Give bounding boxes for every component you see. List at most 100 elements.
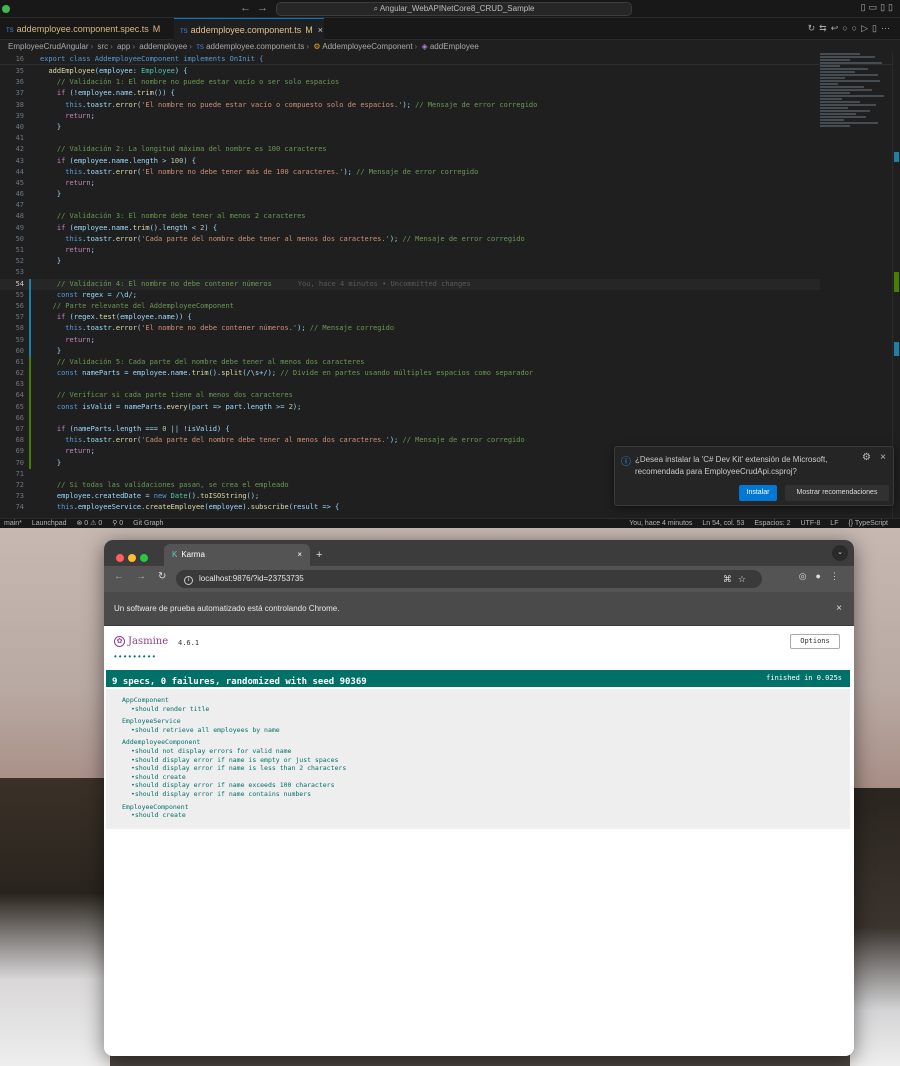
options-button[interactable]: Options — [790, 634, 840, 649]
close-window-icon[interactable] — [116, 554, 124, 562]
code-line[interactable]: 52 } — [0, 256, 820, 267]
tab-spec-file[interactable]: TS addemployee.component.spec.ts M — [0, 18, 170, 40]
translate-bookmark-icons[interactable]: ⌘☆ — [723, 570, 752, 588]
extensions-profile-menu-icons[interactable]: ◎●⋮ — [799, 571, 848, 582]
spec-item[interactable]: should display error if name is empty or… — [122, 756, 850, 765]
code-line[interactable]: 39 return; — [0, 111, 820, 122]
code-line[interactable]: 67 if (nameParts.length === 0 || !isVali… — [0, 424, 820, 436]
git-graph-status[interactable]: Git Graph — [133, 520, 163, 527]
breadcrumb-item[interactable]: addEmployee — [430, 42, 479, 51]
cursor-position-status[interactable]: Ln 54, col. 53 — [702, 520, 744, 527]
breadcrumb-item[interactable]: addemployee.component.ts — [206, 42, 304, 51]
show-recommendations-button[interactable]: Mostrar recomendaciones — [785, 485, 889, 501]
git-change-marker[interactable] — [29, 446, 31, 458]
git-change-marker[interactable] — [29, 457, 31, 469]
spec-item[interactable]: should render title — [122, 705, 850, 714]
git-change-marker[interactable] — [29, 356, 31, 369]
blame-status[interactable]: You, hace 4 minutos — [629, 520, 692, 527]
code-line[interactable]: 66 — [0, 412, 820, 424]
nav-arrows-icon[interactable]: ←→ — [240, 2, 274, 14]
breadcrumb-item[interactable]: addemployee — [139, 42, 187, 51]
suite-title[interactable]: EmployeeService — [122, 717, 850, 726]
git-change-marker[interactable] — [29, 368, 31, 380]
git-change-marker[interactable] — [29, 424, 31, 436]
code-line[interactable]: 56 // Parte relevante del AddemployeeCom… — [0, 300, 820, 313]
spec-item[interactable]: should not display errors for valid name — [122, 747, 850, 756]
language-status[interactable]: {} TypeScript — [848, 520, 888, 527]
tab-karma[interactable]: K Karma × — [164, 544, 310, 566]
close-icon[interactable]: × — [880, 452, 886, 463]
spec-item[interactable]: should retrieve all employees by name — [122, 726, 850, 735]
code-line[interactable]: 51 return; — [0, 245, 820, 256]
code-line[interactable]: 53 — [0, 267, 820, 278]
code-line[interactable]: 68 this.toastr.error('Cada parte del nom… — [0, 435, 820, 447]
breadcrumb-item[interactable]: EmployeeCrudAngular — [8, 42, 89, 51]
address-bar[interactable]: i localhost:9876/?id=23753735 ⌘☆ — [176, 570, 762, 588]
breadcrumb-item[interactable]: AddemployeeComponent — [322, 42, 412, 51]
git-change-marker[interactable] — [29, 379, 31, 391]
command-center-search[interactable]: ⌕ Angular_WebAPINetCore8_CRUD_Sample — [276, 2, 632, 16]
code-line[interactable]: 36 // Validación 1: El nombre no puede e… — [0, 77, 820, 88]
spec-item[interactable]: should display error if name is less tha… — [122, 764, 850, 773]
close-icon[interactable]: × — [297, 544, 302, 566]
minimap[interactable] — [820, 52, 890, 162]
code-line[interactable]: 45 return; — [0, 178, 820, 189]
code-line[interactable]: 48 // Validación 3: El nombre debe tener… — [0, 211, 820, 222]
indentation-status[interactable]: Espacios: 2 — [754, 520, 790, 527]
code-line[interactable]: 44 this.toastr.error('El nombre no debe … — [0, 167, 820, 178]
code-line[interactable]: 64 // Verificar si cada parte tiene al m… — [0, 390, 820, 402]
git-change-marker[interactable] — [29, 334, 31, 346]
install-button[interactable]: Instalar — [739, 485, 777, 501]
problems-status[interactable]: ⊗ 0 ⚠ 0 — [76, 520, 102, 527]
suite-title[interactable]: EmployeeComponent — [122, 803, 850, 812]
code-line[interactable]: 41 — [0, 133, 820, 144]
maximize-window-icon[interactable] — [140, 554, 148, 562]
code-line[interactable]: 50 this.toastr.error('Cada parte del nom… — [0, 234, 820, 245]
branch-status[interactable]: main* — [4, 520, 22, 527]
git-change-marker[interactable] — [29, 323, 31, 335]
code-line[interactable]: 61 // Validación 5: Cada parte del nombr… — [0, 356, 820, 369]
git-change-marker[interactable] — [29, 401, 31, 413]
code-line[interactable]: 40 } — [0, 122, 820, 133]
forward-icon[interactable]: → — [136, 571, 146, 582]
code-line[interactable]: 62 const nameParts = employee.name.trim(… — [0, 368, 820, 380]
jasmine-logo[interactable]: ✿ Jasmine — [114, 636, 168, 650]
git-change-marker[interactable] — [29, 278, 31, 290]
code-line[interactable]: 35 addEmployee(employee: Employee) { — [0, 66, 820, 77]
code-line[interactable]: 60 } — [0, 345, 820, 357]
suite-title[interactable]: AddemployeeComponent — [122, 738, 850, 747]
code-line[interactable]: 55 const regex = /\d/; — [0, 289, 820, 301]
layout-icons[interactable]: ▯▭▯▯ — [861, 2, 896, 13]
close-icon[interactable]: × — [836, 592, 842, 626]
code-line[interactable]: 42 // Validación 2: La longitud máxima d… — [0, 144, 820, 155]
code-line[interactable]: 46 } — [0, 189, 820, 200]
code-line[interactable]: 54 // Validación 4: El nombre no debe co… — [0, 278, 820, 290]
back-icon[interactable]: ← — [114, 571, 124, 582]
code-line[interactable]: 65 const isValid = nameParts.every(part … — [0, 401, 820, 413]
tab-search-icon[interactable]: ⌄ — [832, 545, 848, 561]
launchpad-status[interactable]: Launchpad — [32, 520, 67, 527]
minimize-window-icon[interactable] — [128, 554, 136, 562]
code-line[interactable]: 58 this.toastr.error('El nombre no debe … — [0, 323, 820, 335]
gear-icon[interactable]: ⚙ — [862, 452, 871, 463]
git-change-marker[interactable] — [29, 345, 31, 357]
git-change-marker[interactable] — [29, 412, 31, 424]
spec-item[interactable]: should display error if name contains nu… — [122, 790, 850, 799]
code-line[interactable]: 43 if (employee.name.length > 100) { — [0, 156, 820, 167]
git-change-marker[interactable] — [29, 390, 31, 402]
git-change-marker[interactable] — [29, 435, 31, 447]
editor-actions-icons[interactable]: ↻⇆↩○○▷▯⋯ — [808, 23, 894, 34]
suite-title[interactable]: AppComponent — [122, 696, 850, 705]
new-tab-button[interactable]: + — [316, 544, 322, 566]
git-change-marker[interactable] — [29, 312, 31, 324]
code-line[interactable]: 63 — [0, 379, 820, 391]
sticky-scroll-header[interactable]: 16 export class AddemployeeComponent imp… — [0, 54, 900, 65]
spec-item[interactable]: should create — [122, 811, 850, 820]
spec-item[interactable]: should display error if name exceeds 100… — [122, 781, 850, 790]
spec-item[interactable]: should create — [122, 773, 850, 782]
breadcrumb-item[interactable]: src — [97, 42, 108, 51]
reload-icon[interactable]: ↻ — [158, 571, 166, 582]
git-change-marker[interactable] — [29, 289, 31, 301]
tab-component-file[interactable]: TS addemployee.component.ts M × — [174, 18, 324, 40]
code-line[interactable]: 47 — [0, 200, 820, 211]
